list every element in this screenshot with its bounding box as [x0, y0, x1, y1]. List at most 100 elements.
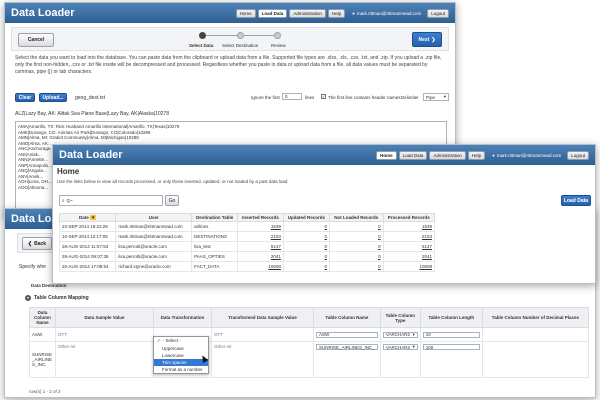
- logout-button[interactable]: Logout: [567, 150, 589, 160]
- nav-tabs: Home Load Data Administration Help ● mark…: [376, 150, 589, 160]
- col-data-transformation: Data Transformation: [153, 307, 212, 328]
- transform-option[interactable]: Uppercase: [154, 345, 208, 352]
- upload-toolbar: Clear Upload... geog_dest.txt Ignore the…: [15, 91, 449, 103]
- transform-option[interactable]: ✓ - Select -: [154, 337, 208, 345]
- tab-home[interactable]: Home: [235, 8, 256, 18]
- column-name-input[interactable]: ASW: [316, 331, 378, 338]
- app-title: Data Loader: [59, 149, 123, 161]
- next-button[interactable]: Next ❯: [412, 32, 442, 47]
- back-label: Back: [34, 240, 47, 247]
- updated-link[interactable]: 0: [282, 231, 331, 242]
- col-updated[interactable]: Updated Records: [282, 213, 331, 222]
- user-icon: ●: [352, 10, 355, 16]
- header-checkbox[interactable]: ✓: [321, 94, 326, 99]
- delimiter-label: Delimiter: [401, 95, 419, 100]
- user-cell: mark.rittman@rittmanmead.com: [115, 231, 193, 242]
- column-length-input[interactable]: 10: [422, 331, 480, 338]
- logout-button[interactable]: Logout: [427, 8, 449, 18]
- chevron-right-icon: ❯: [431, 36, 436, 43]
- collapse-icon[interactable]: ▾: [25, 295, 31, 301]
- transform-option[interactable]: Format as a number: [154, 366, 208, 373]
- chevron-down-icon: ▾: [412, 331, 415, 337]
- column-name-cell: SUNRISE_AIRLINES_INC_: [313, 341, 381, 378]
- updated-link[interactable]: 0: [282, 261, 331, 272]
- table-row: 28-AUG-2014 11:07:53 lisa.perrotti@oracl…: [58, 241, 436, 252]
- destination-cell: lisa_test: [191, 241, 239, 252]
- not-loaded-link[interactable]: 0: [329, 261, 384, 272]
- mapping-row: ASW OTT OTT ASW VARCHAR2 ▾ 10: [29, 327, 590, 342]
- lines-label: lines: [305, 95, 315, 100]
- not-loaded-link[interactable]: 0: [329, 251, 384, 262]
- inserted-link[interactable]: 2041: [237, 251, 284, 262]
- column-length-input[interactable]: 100: [422, 344, 480, 350]
- next-label: Next: [418, 36, 430, 43]
- table-row: 20-AUG-2014 17:09:54 richard.styne@oracl…: [58, 261, 436, 272]
- col-destination-table[interactable]: Destination Table: [191, 213, 239, 222]
- tab-administration[interactable]: Administration: [289, 8, 326, 18]
- processed-link[interactable]: 10608: [382, 261, 436, 272]
- column-type-cell: VARCHAR2 ▾: [379, 341, 421, 378]
- tab-help[interactable]: Help: [327, 8, 346, 18]
- processed-link[interactable]: 1539: [382, 221, 436, 232]
- processed-link[interactable]: 5147: [382, 241, 436, 252]
- preview-header-line: ALZ|Lazy Bay, AK: Alitak Sea Plane Base|…: [15, 111, 169, 117]
- user-menu[interactable]: ● mark.rittman@rittmanmead.com: [352, 11, 421, 16]
- transform-option-highlighted[interactable]: Trim spaces: [154, 359, 208, 366]
- step-dot-2: [237, 32, 244, 39]
- clear-button[interactable]: Clear: [15, 93, 35, 102]
- table-row: 10-SEP-2014 12:17:05 mark.rittman@rittma…: [58, 231, 436, 242]
- column-type-select[interactable]: VARCHAR2 ▾: [382, 331, 418, 338]
- header-checkbox-label: The first line contains header names: [328, 95, 401, 100]
- tab-load-data[interactable]: Load Data: [257, 8, 288, 18]
- mapping-header-row: Data Column Name Data Sample Value Data …: [29, 307, 590, 328]
- not-loaded-link[interactable]: 0: [329, 231, 384, 242]
- step-label-2: Select Destination: [222, 43, 259, 48]
- col-not-loaded[interactable]: Not Loaded Records: [329, 213, 384, 222]
- processed-link[interactable]: 2153: [382, 231, 436, 242]
- mapping-title-row: ▾ Table Column Mapping: [25, 295, 89, 301]
- user-menu[interactable]: ● mark.rittman@rittmanmead.com: [492, 153, 561, 158]
- tab-help[interactable]: Help: [467, 150, 486, 160]
- user-icon: ●: [492, 152, 495, 158]
- cancel-button[interactable]: Cancel: [18, 33, 54, 47]
- updated-link[interactable]: 0: [282, 221, 331, 232]
- step-dot-3: [274, 32, 281, 39]
- col-date[interactable]: Date ▼: [58, 213, 117, 222]
- updated-link[interactable]: 0: [282, 241, 331, 252]
- go-button[interactable]: Go: [165, 195, 179, 206]
- search-icon: ⌕: [62, 198, 65, 203]
- col-processed[interactable]: Processed Records: [382, 213, 436, 222]
- table-row: 23-SEP-2014 18:22:28 mark.rittman@rittma…: [58, 221, 436, 232]
- updated-link[interactable]: 0: [282, 251, 331, 262]
- inserted-link[interactable]: 5147: [237, 241, 284, 252]
- col-inserted[interactable]: Inserted Records: [237, 213, 284, 222]
- inserted-link[interactable]: 10608: [237, 261, 284, 272]
- date-cell: 23-SEP-2014 18:22:28: [58, 221, 117, 232]
- app-header: Data Loader Home Load Data Administratio…: [53, 145, 595, 165]
- col-data-sample-value: Data Sample Value: [55, 307, 154, 328]
- col-user[interactable]: User: [115, 213, 193, 222]
- inserted-link[interactable]: 2153: [237, 231, 284, 242]
- load-data-button[interactable]: Load Data: [561, 195, 591, 206]
- tab-load-data[interactable]: Load Data: [398, 150, 428, 160]
- delimiter-select[interactable]: Pipe ▾: [423, 93, 449, 101]
- upload-button[interactable]: Upload...: [39, 93, 67, 102]
- processed-link[interactable]: 2041: [382, 251, 436, 262]
- inserted-link[interactable]: 1539: [237, 221, 284, 232]
- column-type-select[interactable]: VARCHAR2 ▾: [382, 344, 418, 350]
- ignore-lines-input[interactable]: 0: [282, 93, 302, 100]
- back-button[interactable]: ❮ Back: [22, 237, 52, 250]
- not-loaded-link[interactable]: 0: [329, 241, 384, 252]
- step-label-3: Review: [271, 43, 286, 48]
- not-loaded-link[interactable]: 0: [329, 221, 384, 232]
- tab-home[interactable]: Home: [376, 150, 397, 160]
- date-cell: 28-AUG-2014 11:07:53: [58, 241, 117, 252]
- tab-administration[interactable]: Administration: [429, 150, 466, 160]
- table-header-row: Date ▼ User Destination Table Inserted Re…: [58, 213, 436, 222]
- wizard-bar: Cancel Select Data Select Destination Re…: [11, 27, 449, 51]
- col-table-column-length: Table Column Length: [419, 307, 483, 328]
- decimal-places-cell: [481, 327, 590, 342]
- search-input[interactable]: ⌕ Q~: [59, 195, 163, 206]
- column-name-input[interactable]: SUNRISE_AIRLINES_INC_: [316, 344, 378, 350]
- column-type-value: VARCHAR2: [385, 344, 410, 350]
